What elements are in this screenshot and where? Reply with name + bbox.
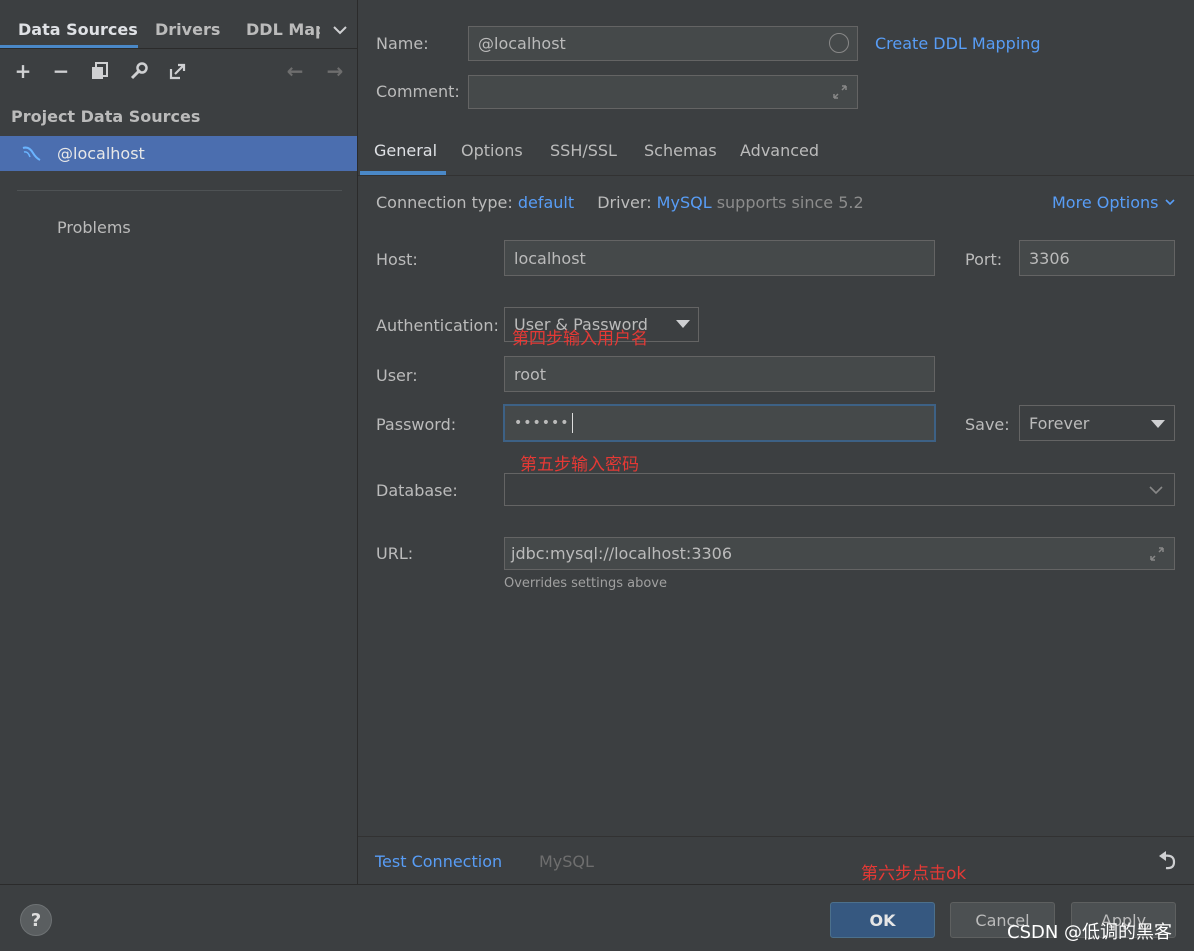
- name-field[interactable]: @localhost: [468, 26, 858, 61]
- save-select[interactable]: Forever: [1019, 405, 1175, 441]
- forward-arrow-icon[interactable]: →: [322, 58, 348, 84]
- tab-schemas[interactable]: Schemas: [644, 141, 717, 160]
- password-field[interactable]: ••••••: [503, 404, 936, 442]
- user-label: User:: [376, 366, 418, 385]
- watermark: CSDN @低调的黑客: [1007, 922, 1173, 943]
- url-label: URL:: [376, 544, 414, 563]
- port-label: Port:: [965, 250, 1003, 269]
- host-label: Host:: [376, 250, 418, 269]
- tab-options[interactable]: Options: [461, 141, 523, 160]
- url-field[interactable]: jdbc:mysql://localhost:3306: [504, 537, 1175, 570]
- connection-type-link[interactable]: default: [518, 193, 574, 212]
- password-label: Password:: [376, 415, 457, 434]
- section-title: Project Data Sources: [11, 107, 201, 126]
- expand-icon[interactable]: [831, 83, 849, 101]
- driver-link[interactable]: MySQL: [657, 193, 712, 212]
- database-label: Database:: [376, 481, 458, 500]
- chevron-down-icon[interactable]: [330, 20, 350, 40]
- save-label: Save:: [965, 415, 1010, 434]
- left-panel: Data Sources Drivers DDL Map + − ← → Pro…: [0, 0, 358, 884]
- chevron-down-icon: [1149, 486, 1163, 495]
- revert-icon[interactable]: [1157, 850, 1179, 872]
- wrench-icon[interactable]: [126, 58, 152, 84]
- host-field[interactable]: localhost: [504, 240, 935, 276]
- mysql-icon: [20, 143, 42, 165]
- duplicate-icon[interactable]: [87, 58, 113, 84]
- help-button[interactable]: ?: [20, 904, 52, 936]
- dropdown-arrow-icon: [1151, 420, 1165, 428]
- annotation-step6: 第六步点击ok: [861, 864, 967, 884]
- url-hint: Overrides settings above: [504, 576, 667, 591]
- name-label: Name:: [376, 34, 429, 53]
- annotation-step5: 第五步输入密码: [520, 455, 639, 475]
- problems-item[interactable]: Problems: [57, 218, 131, 237]
- tab-data-sources[interactable]: Data Sources: [18, 20, 138, 39]
- color-circle-icon[interactable]: [829, 33, 849, 53]
- tab-general[interactable]: General: [374, 141, 437, 160]
- tab-ddl-mappings[interactable]: DDL Map: [246, 20, 320, 39]
- expand-icon[interactable]: [1148, 545, 1166, 563]
- user-field[interactable]: root: [504, 356, 935, 392]
- text-cursor: [571, 413, 573, 433]
- remove-icon[interactable]: −: [48, 58, 74, 84]
- ok-button[interactable]: OK: [830, 902, 935, 938]
- port-field[interactable]: 3306: [1019, 240, 1175, 276]
- data-source-item-localhost[interactable]: @localhost: [0, 136, 357, 171]
- dropdown-arrow-icon: [676, 320, 690, 328]
- back-arrow-icon[interactable]: ←: [282, 58, 308, 84]
- tab-ssh-ssl[interactable]: SSH/SSL: [550, 141, 617, 160]
- create-ddl-mapping-link[interactable]: Create DDL Mapping: [875, 34, 1041, 53]
- database-select[interactable]: [504, 473, 1175, 506]
- connection-type-row: Connection type: default Driver: MySQL s…: [376, 193, 864, 212]
- mysql-driver-link[interactable]: MySQL: [539, 852, 594, 871]
- annotation-step4: 第四步输入用户名: [512, 329, 648, 349]
- tab-drivers[interactable]: Drivers: [155, 20, 220, 39]
- jump-to-source-icon[interactable]: [165, 58, 191, 84]
- more-options-link[interactable]: More Options: [1052, 193, 1176, 212]
- comment-field[interactable]: [468, 75, 858, 109]
- add-icon[interactable]: +: [10, 58, 36, 84]
- data-source-label: @localhost: [57, 144, 145, 163]
- tab-advanced[interactable]: Advanced: [740, 141, 819, 160]
- authentication-label: Authentication:: [376, 316, 499, 335]
- right-panel: Name: @localhost Create DDL Mapping Comm…: [358, 0, 1194, 884]
- chevron-down-icon: [1165, 199, 1175, 206]
- test-connection-link[interactable]: Test Connection: [375, 852, 502, 871]
- comment-label: Comment:: [376, 82, 460, 101]
